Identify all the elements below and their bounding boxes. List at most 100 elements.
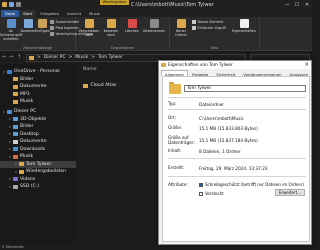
cut-button[interactable]: Ausschneiden xyxy=(50,20,79,24)
readonly-label: Schreibgeschützt (betrifft nur Dateien i… xyxy=(205,182,304,187)
folder-icon xyxy=(13,154,18,159)
back-arrow-icon[interactable]: ← xyxy=(2,54,6,60)
sidebar-item[interactable]: Musik xyxy=(0,98,76,106)
tab-music[interactable]: Musik xyxy=(85,10,104,17)
properties-icon[interactable] xyxy=(9,1,14,7)
new-item-icon xyxy=(192,20,196,24)
divider xyxy=(168,158,306,159)
window-controls: — ☐ ✕ xyxy=(282,0,312,9)
folder-icon xyxy=(169,82,181,94)
tab-start[interactable]: Start xyxy=(19,10,37,17)
new-folder-button[interactable]: Neuer Ordner xyxy=(172,19,190,37)
chevron-icon[interactable]: > xyxy=(8,185,12,189)
hidden-checkbox[interactable] xyxy=(199,191,203,196)
move-to-button[interactable]: Verschieben nach xyxy=(79,19,99,37)
new-group: Neuer Ordner Neues Element Einfacher Zug… xyxy=(170,17,260,51)
tab-file[interactable]: Datei xyxy=(1,10,20,17)
new-folder-icon xyxy=(176,19,186,28)
copy-icon xyxy=(23,19,33,28)
easy-access-icon xyxy=(192,26,196,30)
folder-name-field[interactable]: Tom Tylwer xyxy=(184,85,306,92)
sidebar-item[interactable]: > Dokumente xyxy=(0,138,76,146)
breadcrumb-current-folder[interactable]: Tom Tylwer xyxy=(98,55,123,60)
context-tab-playback[interactable]: Wiedergaben xyxy=(100,0,129,5)
sidebar-item[interactable]: > SSD (C:) xyxy=(0,183,76,191)
up-arrow-icon[interactable]: ↑ xyxy=(17,54,21,60)
readonly-checkbox[interactable] xyxy=(199,182,203,187)
chevron-icon[interactable]: > xyxy=(8,177,12,181)
window-title: C:\Users\mbott\Music\Tom Tylwer xyxy=(131,2,214,8)
delete-button[interactable]: Löschen xyxy=(123,19,141,33)
sidebar-item[interactable]: > Desktop xyxy=(0,131,76,139)
clipboard-group: An Schnellzugriff anheften Kopieren Einf… xyxy=(0,17,93,51)
chevron-icon[interactable]: > xyxy=(2,70,6,74)
copy-to-button[interactable]: Kopieren nach xyxy=(101,19,121,37)
type-label: Typ: xyxy=(168,101,177,106)
paste-button[interactable]: Einfügen xyxy=(35,19,50,33)
chevron-icon[interactable]: > xyxy=(8,147,12,151)
chevron-icon[interactable]: > xyxy=(8,132,12,136)
chevron-icon[interactable]: > xyxy=(8,117,12,121)
copy-path-button[interactable]: Pfad kopieren xyxy=(50,26,79,30)
folder-icon xyxy=(13,117,18,122)
properties-button[interactable]: Eigenschaften xyxy=(232,19,256,33)
close-button[interactable]: ✕ xyxy=(302,0,312,9)
size-on-disk-value: 15,1 MB (15.837.184 Bytes) xyxy=(199,138,258,143)
pin-quick-access-button[interactable]: An Schnellzugriff anheften xyxy=(0,19,23,41)
sidebar-item-label: Downloads xyxy=(20,146,46,152)
tab-share[interactable]: Freigeben xyxy=(36,10,63,17)
file-name: Cloud Atlas xyxy=(90,83,117,88)
group-label-new: Neu xyxy=(210,46,219,50)
sidebar-item[interactable]: v Dieser PC xyxy=(0,108,76,116)
hidden-label: Versteckt xyxy=(205,191,224,196)
breadcrumb-music[interactable]: Musik xyxy=(75,55,88,60)
folder-icon xyxy=(13,77,18,82)
sidebar-item[interactable]: Bilder xyxy=(0,76,76,84)
sidebar-item[interactable]: > Tom Tylwer xyxy=(0,160,76,168)
sidebar-item[interactable]: > Wiedergabelisten xyxy=(0,168,76,176)
folder-icon[interactable] xyxy=(2,1,7,7)
copy-folder-icon xyxy=(106,19,116,28)
new-item-button[interactable]: Neues Element xyxy=(192,20,223,24)
dialog-close-button[interactable]: ✕ xyxy=(304,62,309,68)
sidebar-item-label: Bilder xyxy=(20,124,34,130)
hidden-checkbox-row[interactable]: Versteckt xyxy=(199,191,224,196)
sidebar-item[interactable]: MP3 xyxy=(0,91,76,99)
chevron-icon[interactable]: > xyxy=(8,125,12,129)
easy-access-button[interactable]: Einfacher Zugriff xyxy=(192,26,226,30)
chevron-icon[interactable]: > xyxy=(8,140,12,144)
sidebar-item-label: OneDrive - Personal xyxy=(14,69,60,75)
column-header-name[interactable]: Name xyxy=(83,67,97,72)
general-tab-panel: Tom Tylwer Typ: Dateiordner Ort: C:\User… xyxy=(162,76,310,242)
sidebar-item[interactable]: > OneDrive - Personal xyxy=(0,68,76,76)
new-folder-icon[interactable] xyxy=(16,1,21,7)
advanced-button[interactable]: Erweitert... xyxy=(275,189,305,196)
size-on-disk-label: Größe auf Datenträger: xyxy=(168,135,195,145)
list-item[interactable]: Cloud Atlas xyxy=(83,83,116,88)
sidebar-item[interactable]: >3D-Objekte xyxy=(0,116,76,124)
sidebar-item-label: Wiedergabelisten xyxy=(26,169,67,175)
forward-arrow-icon[interactable]: → xyxy=(9,54,13,60)
sidebar-item[interactable]: v Musik xyxy=(0,153,76,161)
chevron-icon[interactable]: > xyxy=(14,170,18,174)
sidebar-item[interactable]: Dokumente xyxy=(0,83,76,91)
copy-button[interactable]: Kopieren xyxy=(21,19,35,33)
maximize-button[interactable]: ☐ xyxy=(292,0,302,9)
tab-view[interactable]: Ansicht xyxy=(63,10,85,17)
folder-icon xyxy=(13,147,18,152)
rename-button[interactable]: Umbenennen xyxy=(143,19,165,33)
chevron-icon[interactable]: v xyxy=(8,155,12,159)
chevron-icon[interactable]: v xyxy=(2,110,6,114)
shortcut-icon xyxy=(50,32,54,36)
size-label: Größe: xyxy=(168,125,183,130)
readonly-checkbox-row[interactable]: Schreibgeschützt (betrifft nur Dateien i… xyxy=(199,182,304,187)
sidebar-item[interactable]: > Downloads xyxy=(0,146,76,154)
group-label-clipboard: Zwischenablage xyxy=(22,46,53,50)
folder-icon xyxy=(7,69,12,74)
minimize-button[interactable]: — xyxy=(282,0,292,9)
sidebar-item[interactable]: > Bilder xyxy=(0,123,76,131)
chevron-icon[interactable]: > xyxy=(14,162,18,166)
sidebar-item[interactable]: > Videos xyxy=(0,176,76,184)
breadcrumb-this-pc[interactable]: Dieser PC xyxy=(44,55,66,60)
sidebar-item-label: Desktop xyxy=(20,131,39,137)
